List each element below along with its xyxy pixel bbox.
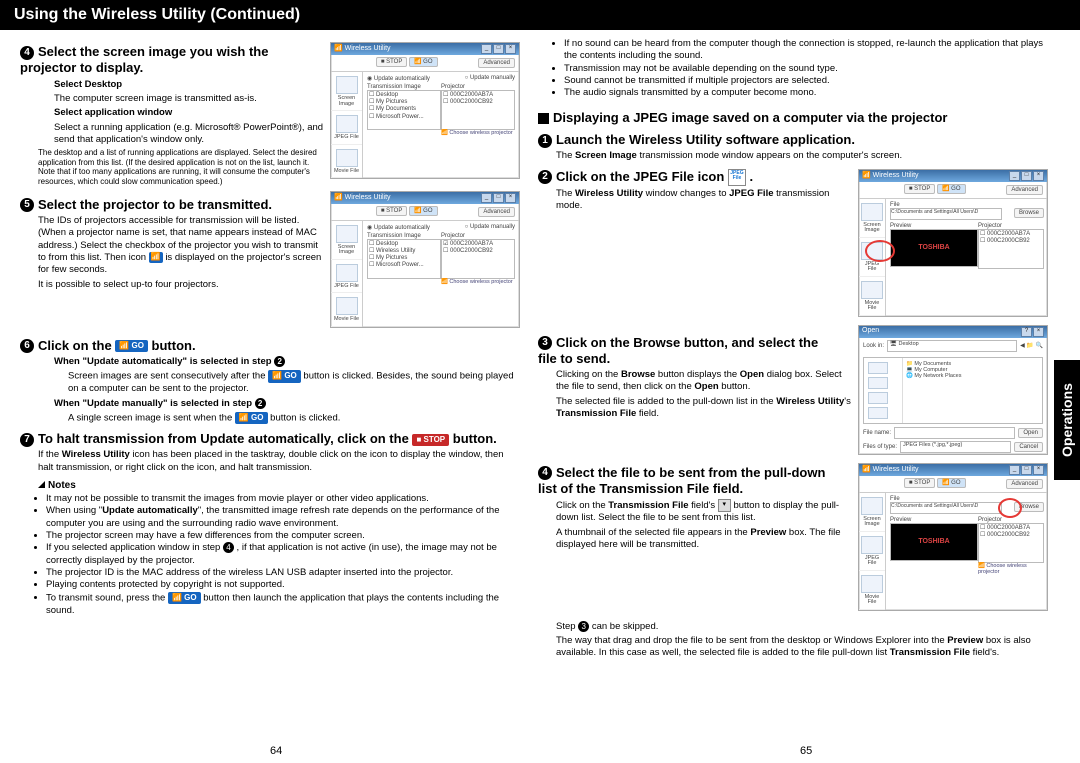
top-notes: If no sound can be heard from the comput… [550, 38, 1048, 100]
screenshot-jpeg-mode: 📶 Wireless Utility_□× ■ STOP 📶 GOAdvance… [858, 169, 1048, 317]
r-step4-heading: Select the file to be sent from the pull… [538, 465, 825, 496]
page-number-right: 65 [800, 745, 812, 757]
notes-icon [38, 481, 45, 488]
screenshot-step5: 📶 Wireless Utility_□× ■ STOP 📶 GOAdvance… [330, 191, 520, 328]
notes-heading: Notes [48, 480, 76, 491]
screenshot-open-dialog: Open?× Look in:🖥 Desktop◀ 📁 🔍 📁 My Docum… [858, 325, 1048, 455]
jpeg-file-icon: JPEGFile [728, 169, 746, 186]
section-tab: Operations [1054, 360, 1080, 480]
right-column: If no sound can be heard from the comput… [538, 38, 1048, 662]
notes-list: It may not be possible to transmit the i… [32, 493, 520, 617]
dropdown-icon: ▾ [718, 499, 731, 512]
step5-heading: Select the projector to be transmitted. [38, 197, 272, 212]
section-bullet-icon [538, 113, 549, 124]
section-heading: Displaying a JPEG image saved on a compu… [553, 110, 947, 125]
screenshot-step4: 📶 Wireless Utility_□× ■ STOP 📶 GOAdvance… [330, 42, 520, 179]
left-column: 📶 Wireless Utility_□× ■ STOP 📶 GOAdvance… [20, 38, 520, 662]
stop-button-icon: ■ STOP [412, 434, 449, 446]
step4-heading: Select the screen image you wish the pro… [20, 44, 268, 75]
go-button-icon: 📶 GO [115, 340, 148, 352]
screenshot-transmission-file: 📶 Wireless Utility_□× ■ STOP 📶 GOAdvance… [858, 463, 1048, 611]
page-number-left: 64 [270, 745, 282, 757]
r-step1-heading: Launch the Wireless Utility software app… [556, 132, 855, 147]
page-title: Using the Wireless Utility (Continued) [0, 0, 1080, 30]
r-step3-heading: Click on the Browse button, and select t… [538, 335, 818, 366]
